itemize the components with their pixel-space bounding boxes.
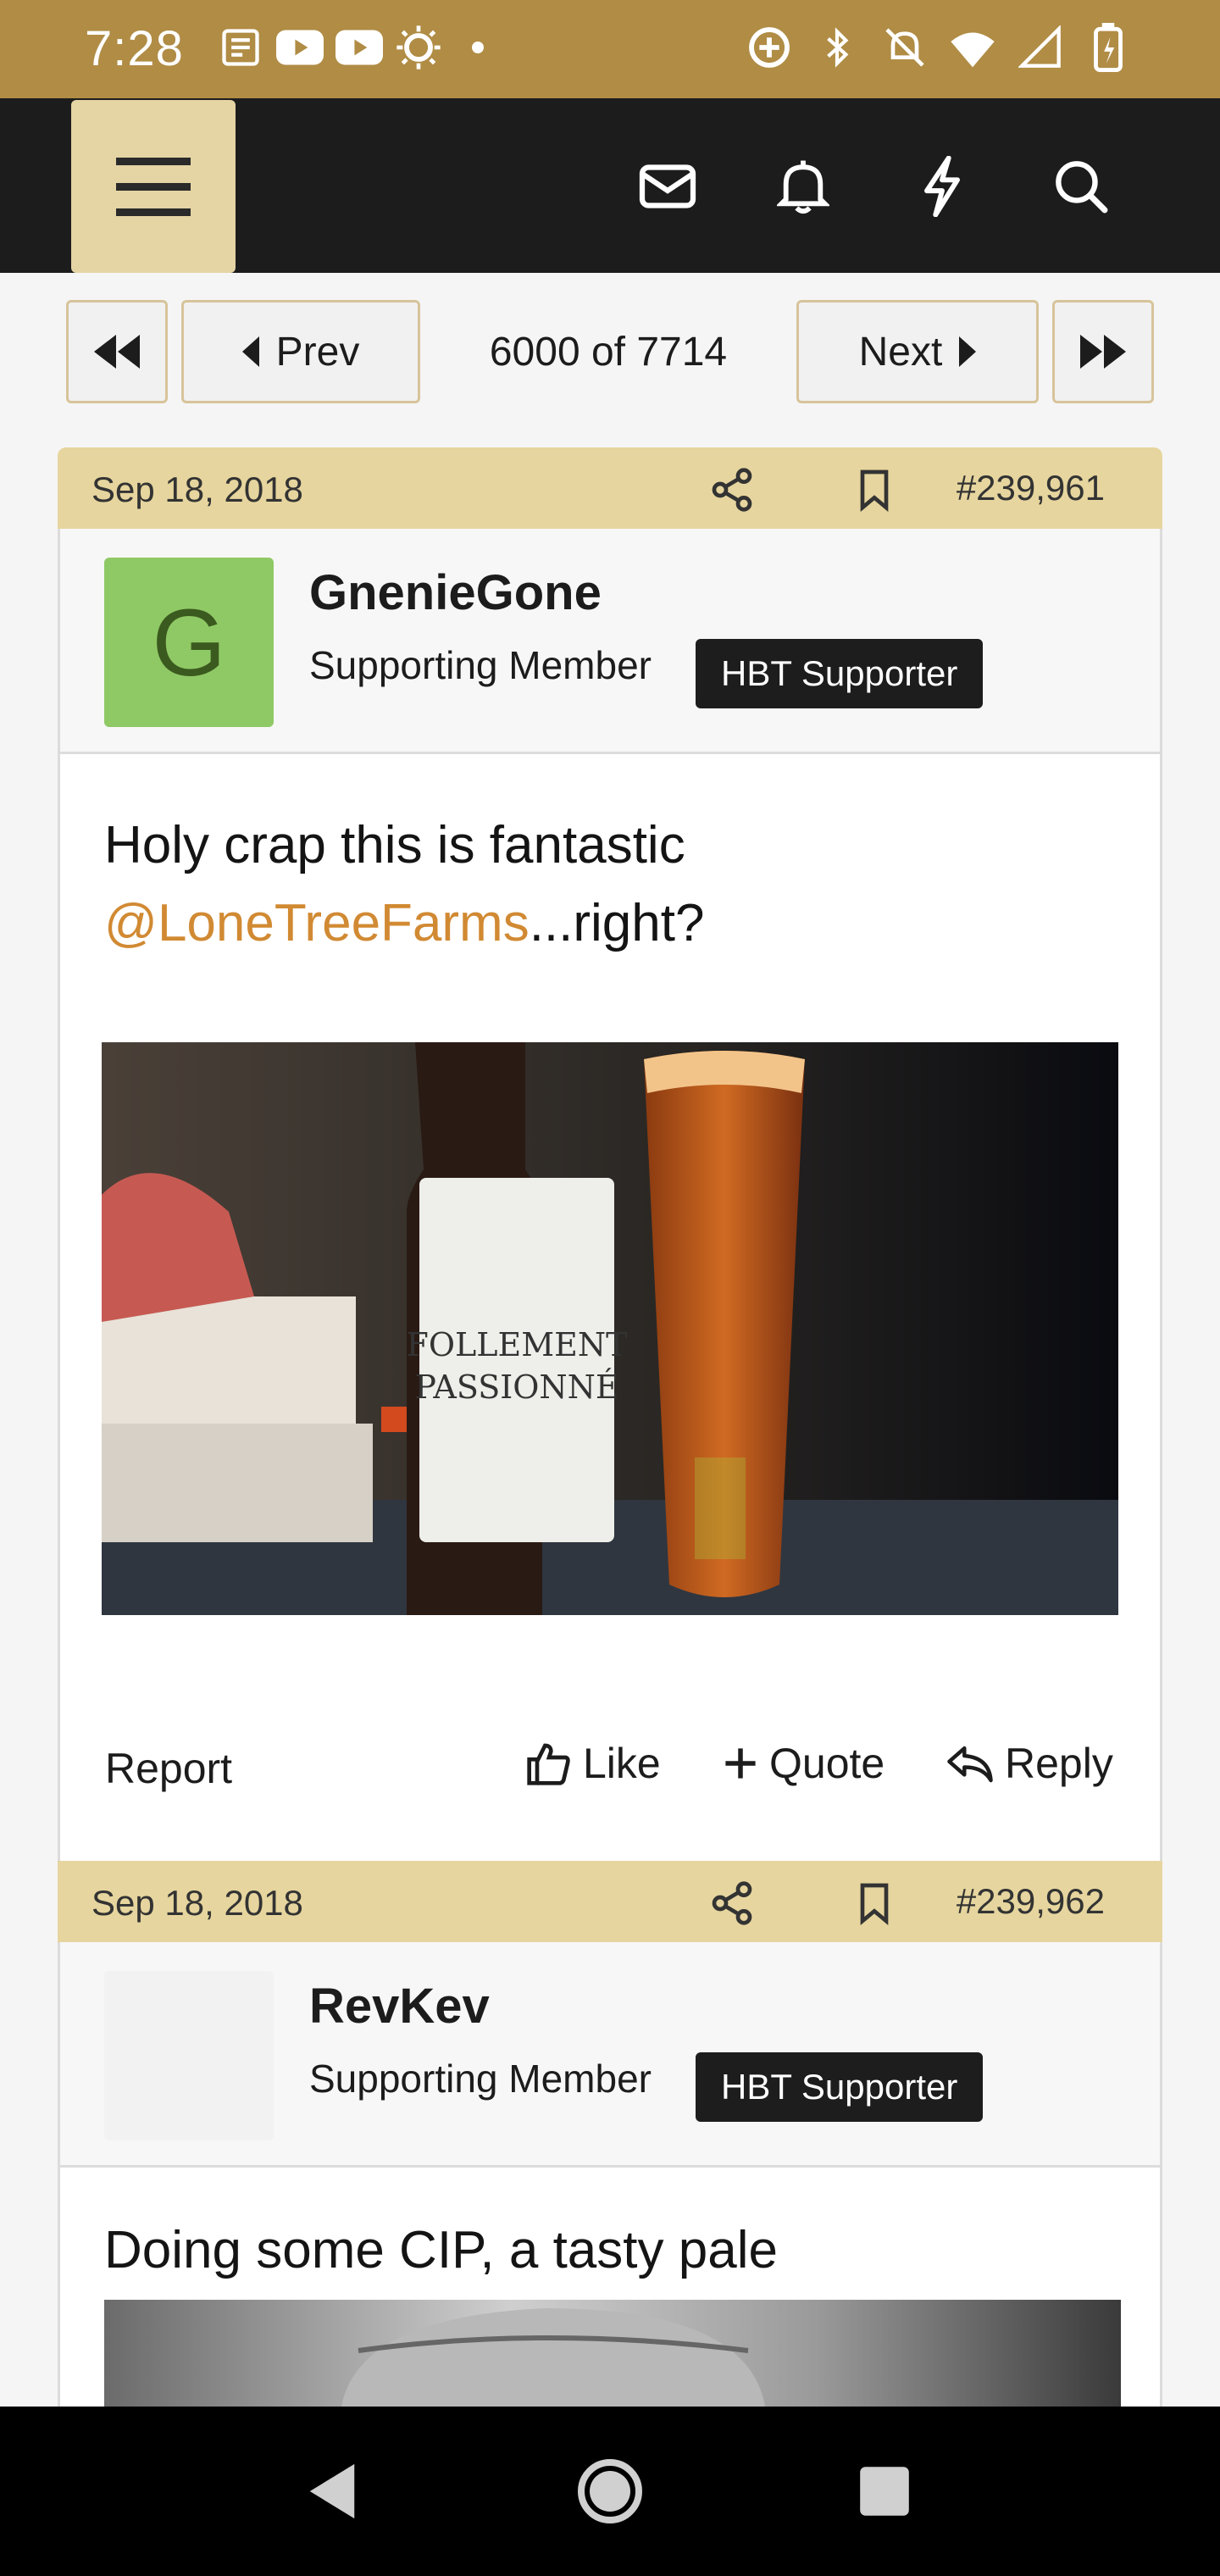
caret-left-icon [241,336,259,367]
thumbs-up-icon [527,1743,570,1785]
next-label: Next [858,329,943,375]
mail-icon [639,164,696,208]
user-badge: HBT Supporter [696,639,984,708]
message-suffix: ...right? [529,894,705,952]
user-mention-link[interactable]: @LoneTreeFarms [104,894,530,952]
recents-icon [860,2467,909,2516]
avatar[interactable]: G [104,558,274,727]
reply-icon [947,1746,993,1783]
double-left-icon [94,335,140,369]
share-icon [712,1881,752,1925]
status-time: 7:28 [85,21,184,76]
like-label: Like [583,1740,661,1787]
bookmark-icon [860,469,889,512]
post-date[interactable]: Sep 18, 2018 [92,469,303,510]
mute-icon [881,24,929,71]
news-icon [217,24,264,71]
bookmark-icon [860,1883,889,1925]
recents-button[interactable] [834,2440,935,2542]
lightning-icon [924,156,960,217]
post-image[interactable]: FOLLEMENT PASSIONNÉ [102,1042,1118,1615]
brightness-icon [395,24,442,71]
home-icon [578,2459,642,2523]
post-number[interactable]: #239,962 [957,1881,1105,1922]
user-title: Supporting Member [309,643,652,687]
avatar[interactable] [104,1971,274,2140]
post-user-block: RevKev Supporting Member HBT Supporter [58,1942,1162,2168]
prev-page-button[interactable]: Prev [181,300,420,403]
bluetooth-icon [813,24,861,71]
message-line: Holy crap this is fantastic [104,816,685,874]
svg-text:FOLLEMENT: FOLLEMENT [407,1326,628,1363]
post-number[interactable]: #239,961 [957,468,1105,508]
post-message: Doing some CIP, a tasty pale [104,2221,778,2279]
signal-icon [1017,24,1064,71]
whats-new-button[interactable] [908,144,976,229]
svg-text:PASSIONNÉ: PASSIONNÉ [414,1368,618,1406]
share-button[interactable] [708,1879,756,1927]
message-line-2: @LoneTreeFarms...right? [104,885,704,963]
post-header: Sep 18, 2018 #239,961 [58,447,1162,529]
plus-icon [725,1748,756,1779]
data-saver-icon [746,24,793,71]
report-label: Report [105,1745,233,1792]
avatar-letter: G [152,589,226,696]
next-page-button[interactable]: Next [796,300,1039,403]
battery-icon [1084,23,1132,72]
system-nav-bar [0,2407,1220,2576]
post-user-block: G GnenieGone Supporting Member HBT Suppo… [58,529,1162,754]
username[interactable]: RevKev [309,1978,490,2035]
search-icon [1056,161,1108,214]
user-badge: HBT Supporter [696,2052,984,2122]
status-notifications [217,24,502,71]
quote-button[interactable]: Quote [722,1739,884,1788]
double-right-icon [1080,335,1126,369]
wifi-icon [949,24,996,71]
username[interactable]: GnenieGone [309,564,602,621]
back-icon [309,2463,355,2519]
bell-icon [777,160,829,214]
report-link[interactable]: Report [105,1744,232,1793]
reply-button[interactable]: Reply [946,1739,1113,1788]
post-image[interactable] [104,2300,1121,2407]
youtube-icon [336,24,383,71]
status-bar: 7:28 [0,0,1220,98]
back-button[interactable] [281,2440,383,2542]
inbox-button[interactable] [634,144,702,229]
search-button[interactable] [1047,144,1115,229]
prev-label: Prev [275,329,360,375]
status-system-icons [746,23,1132,72]
share-icon [712,468,752,512]
alerts-button[interactable] [769,144,837,229]
caret-right-icon [959,336,977,367]
quote-label: Quote [769,1740,885,1787]
reply-label: Reply [1005,1740,1113,1787]
menu-icon [116,158,191,216]
youtube-icon [276,24,324,71]
page-position: 6000 of 7714 [489,329,728,375]
bookmark-button[interactable] [851,1879,898,1927]
post-header: Sep 18, 2018 #239,962 [58,1861,1162,1942]
post-message: Holy crap this is fantastic @LoneTreeFar… [104,807,704,963]
post-body: Doing some CIP, a tasty pale [58,2168,1162,2407]
post-date[interactable]: Sep 18, 2018 [92,1883,303,1924]
share-button[interactable] [708,466,756,514]
menu-button[interactable] [71,100,236,273]
user-title: Supporting Member [309,2057,652,2101]
last-page-button[interactable] [1052,300,1154,403]
first-page-button[interactable] [66,300,168,403]
dot-icon [454,24,502,71]
like-button[interactable]: Like [525,1739,661,1788]
bookmark-button[interactable] [851,466,898,514]
home-button[interactable] [559,2440,661,2542]
